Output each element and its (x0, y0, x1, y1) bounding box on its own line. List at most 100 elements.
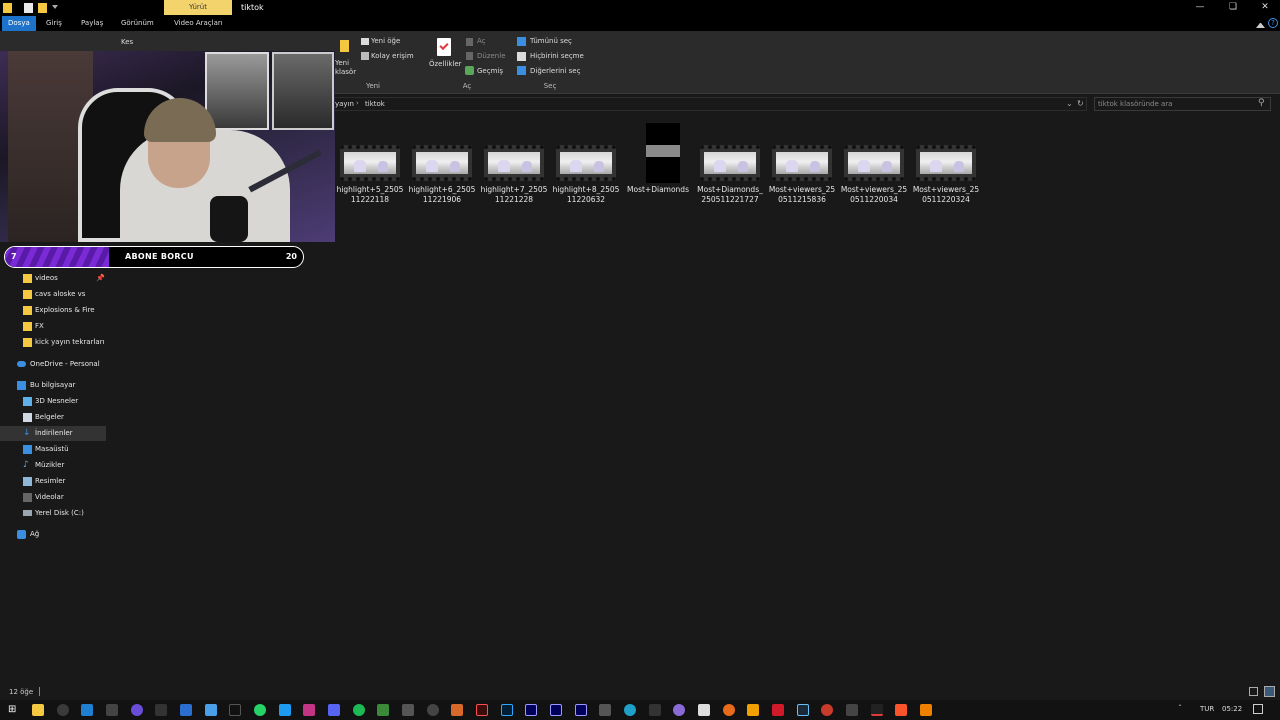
instagram-taskbar-icon[interactable] (303, 704, 315, 716)
app-taskbar-icon[interactable] (599, 704, 611, 716)
file-item[interactable]: highlight+8_250511220632 (552, 118, 620, 212)
breadcrumb-current[interactable]: tiktok (365, 100, 385, 108)
app-taskbar-icon[interactable] (723, 704, 735, 716)
nav-item-this-pc[interactable]: Bu bilgisayar (0, 378, 106, 393)
nav-item-explosions[interactable]: Explosions & Fire (0, 303, 106, 318)
search-icon[interactable]: ⚲ (1258, 98, 1265, 108)
illustrator-taskbar-icon[interactable] (476, 704, 488, 716)
nav-item-local-disk[interactable]: Yerel Disk (C:) (0, 506, 106, 521)
app-taskbar-icon[interactable] (131, 704, 143, 716)
refresh-icon[interactable]: ↻ (1077, 99, 1084, 108)
cut-button[interactable]: Kes (121, 38, 133, 46)
large-icons-view-icon[interactable] (1264, 686, 1275, 697)
tray-chevron-icon[interactable]: ˆ (1178, 704, 1182, 713)
select-none-button[interactable]: Hiçbirini seçme (530, 52, 584, 60)
file-explorer-taskbar-icon[interactable] (32, 704, 44, 716)
nav-item-videos-library[interactable]: Videolar (0, 490, 106, 505)
tab-file[interactable]: Dosya (2, 16, 36, 31)
vlc-taskbar-icon[interactable] (920, 704, 932, 716)
tab-share[interactable]: Paylaş (75, 16, 109, 31)
new-folder-button[interactable]: Yeni klasör (335, 59, 356, 77)
tab-video-tools[interactable]: Video Araçları (168, 16, 229, 31)
file-item[interactable]: Most+viewers_250511220034 (840, 118, 908, 212)
nav-item-documents[interactable]: Belgeler (0, 410, 106, 425)
file-item[interactable]: Most+Diamonds (624, 118, 692, 212)
history-button[interactable]: Geçmiş (477, 67, 503, 75)
breadcrumb-parent[interactable]: yayın (335, 100, 354, 108)
app-taskbar-icon[interactable] (180, 704, 192, 716)
app-taskbar-icon[interactable] (402, 704, 414, 716)
nav-item-downloads[interactable]: ↓ İndirilenler (0, 426, 106, 441)
file-item[interactable]: highlight+6_250511221906 (408, 118, 476, 212)
media-encoder-taskbar-icon[interactable] (525, 704, 537, 716)
invert-selection-button[interactable]: Diğerlerini seç (530, 67, 580, 75)
nav-item-onedrive[interactable]: OneDrive - Personal (0, 357, 106, 372)
file-item[interactable]: Most+viewers_250511220324 (912, 118, 980, 212)
clock[interactable]: 05:22 (1222, 705, 1242, 713)
app-taskbar-icon[interactable] (205, 704, 217, 716)
nav-item-desktop[interactable]: Masaüstü (0, 442, 106, 457)
file-item[interactable]: highlight+5_250511222118 (336, 118, 404, 212)
details-view-icon[interactable] (1249, 687, 1258, 696)
app-taskbar-icon[interactable] (649, 704, 661, 716)
nav-item-network[interactable]: Ağ (0, 527, 106, 542)
after-effects-taskbar-icon[interactable] (550, 704, 562, 716)
properties-button[interactable]: Özellikler (429, 60, 462, 68)
spotify-taskbar-icon[interactable] (353, 704, 365, 716)
app-taskbar-icon[interactable] (772, 704, 784, 716)
new-folder-quick-icon[interactable] (38, 3, 47, 13)
discord-taskbar-icon[interactable] (328, 704, 340, 716)
maximize-button[interactable]: ❏ (1216, 0, 1250, 15)
address-dropdown-icon[interactable]: ⌄ (1066, 99, 1073, 108)
tab-view[interactable]: Görünüm (115, 16, 160, 31)
notification-icon[interactable] (1253, 704, 1263, 714)
edit-button[interactable]: Düzenle (477, 52, 506, 60)
nav-item-music[interactable]: ♪ Müzikler (0, 458, 106, 473)
edge-taskbar-icon[interactable] (624, 704, 636, 716)
premiere-taskbar-icon[interactable] (575, 704, 587, 716)
help-icon[interactable]: ? (1268, 18, 1278, 28)
app-taskbar-icon[interactable] (57, 704, 69, 716)
app-taskbar-icon[interactable] (871, 704, 883, 716)
whatsapp-taskbar-icon[interactable] (254, 704, 266, 716)
pin-icon[interactable]: 📌 (96, 271, 105, 286)
address-bar[interactable]: yayın › tiktok ⌄ ↻ (333, 97, 1087, 111)
file-item[interactable]: Most+Diamonds_250511221727 (696, 118, 764, 212)
nav-item-3d-objects[interactable]: 3D Nesneler (0, 394, 106, 409)
context-tab-play[interactable]: Yürüt (164, 0, 232, 15)
photoshop-taskbar-icon[interactable] (501, 704, 513, 716)
close-button[interactable]: ✕ (1248, 0, 1280, 15)
language-indicator[interactable]: TUR (1200, 705, 1214, 713)
tiktok-taskbar-icon[interactable] (229, 704, 241, 716)
quick-access-dropdown-icon[interactable] (52, 5, 58, 11)
app-taskbar-icon[interactable] (673, 704, 685, 716)
search-box[interactable]: tiktok klasöründe ara ⚲ (1094, 97, 1271, 111)
app-taskbar-icon[interactable] (821, 704, 833, 716)
app-taskbar-icon[interactable] (155, 704, 167, 716)
file-item[interactable]: highlight+7_250511221228 (480, 118, 548, 212)
app-taskbar-icon[interactable] (451, 704, 463, 716)
open-button[interactable]: Aç (477, 37, 486, 45)
nav-item-fx[interactable]: FX (0, 319, 106, 334)
vscode-taskbar-icon[interactable] (81, 704, 93, 716)
file-item[interactable]: Most+viewers_250511215836 (768, 118, 836, 212)
start-icon[interactable]: ⊞ (8, 704, 20, 716)
app-taskbar-icon[interactable] (846, 704, 858, 716)
app-taskbar-icon[interactable] (377, 704, 389, 716)
nav-item-videos[interactable]: videos 📌 (0, 271, 106, 286)
select-all-button[interactable]: Tümünü seç (530, 37, 572, 45)
nav-item-pictures[interactable]: Resimler (0, 474, 106, 489)
obs-taskbar-icon[interactable] (427, 704, 439, 716)
app-taskbar-icon[interactable] (106, 704, 118, 716)
app-taskbar-icon[interactable] (279, 704, 291, 716)
nav-item-kick[interactable]: kick yayın tekrarları (0, 335, 106, 350)
minimize-button[interactable]: — (1183, 0, 1217, 15)
easy-access-button[interactable]: Kolay erişim (371, 52, 414, 60)
properties-quick-icon[interactable] (24, 3, 33, 13)
brave-taskbar-icon[interactable] (895, 704, 907, 716)
app-taskbar-icon[interactable] (747, 704, 759, 716)
app-taskbar-icon[interactable] (698, 704, 710, 716)
new-item-button[interactable]: Yeni öğe (371, 37, 400, 45)
steam-taskbar-icon[interactable] (797, 704, 809, 716)
nav-item-cavs[interactable]: cavs aloske vs (0, 287, 106, 302)
